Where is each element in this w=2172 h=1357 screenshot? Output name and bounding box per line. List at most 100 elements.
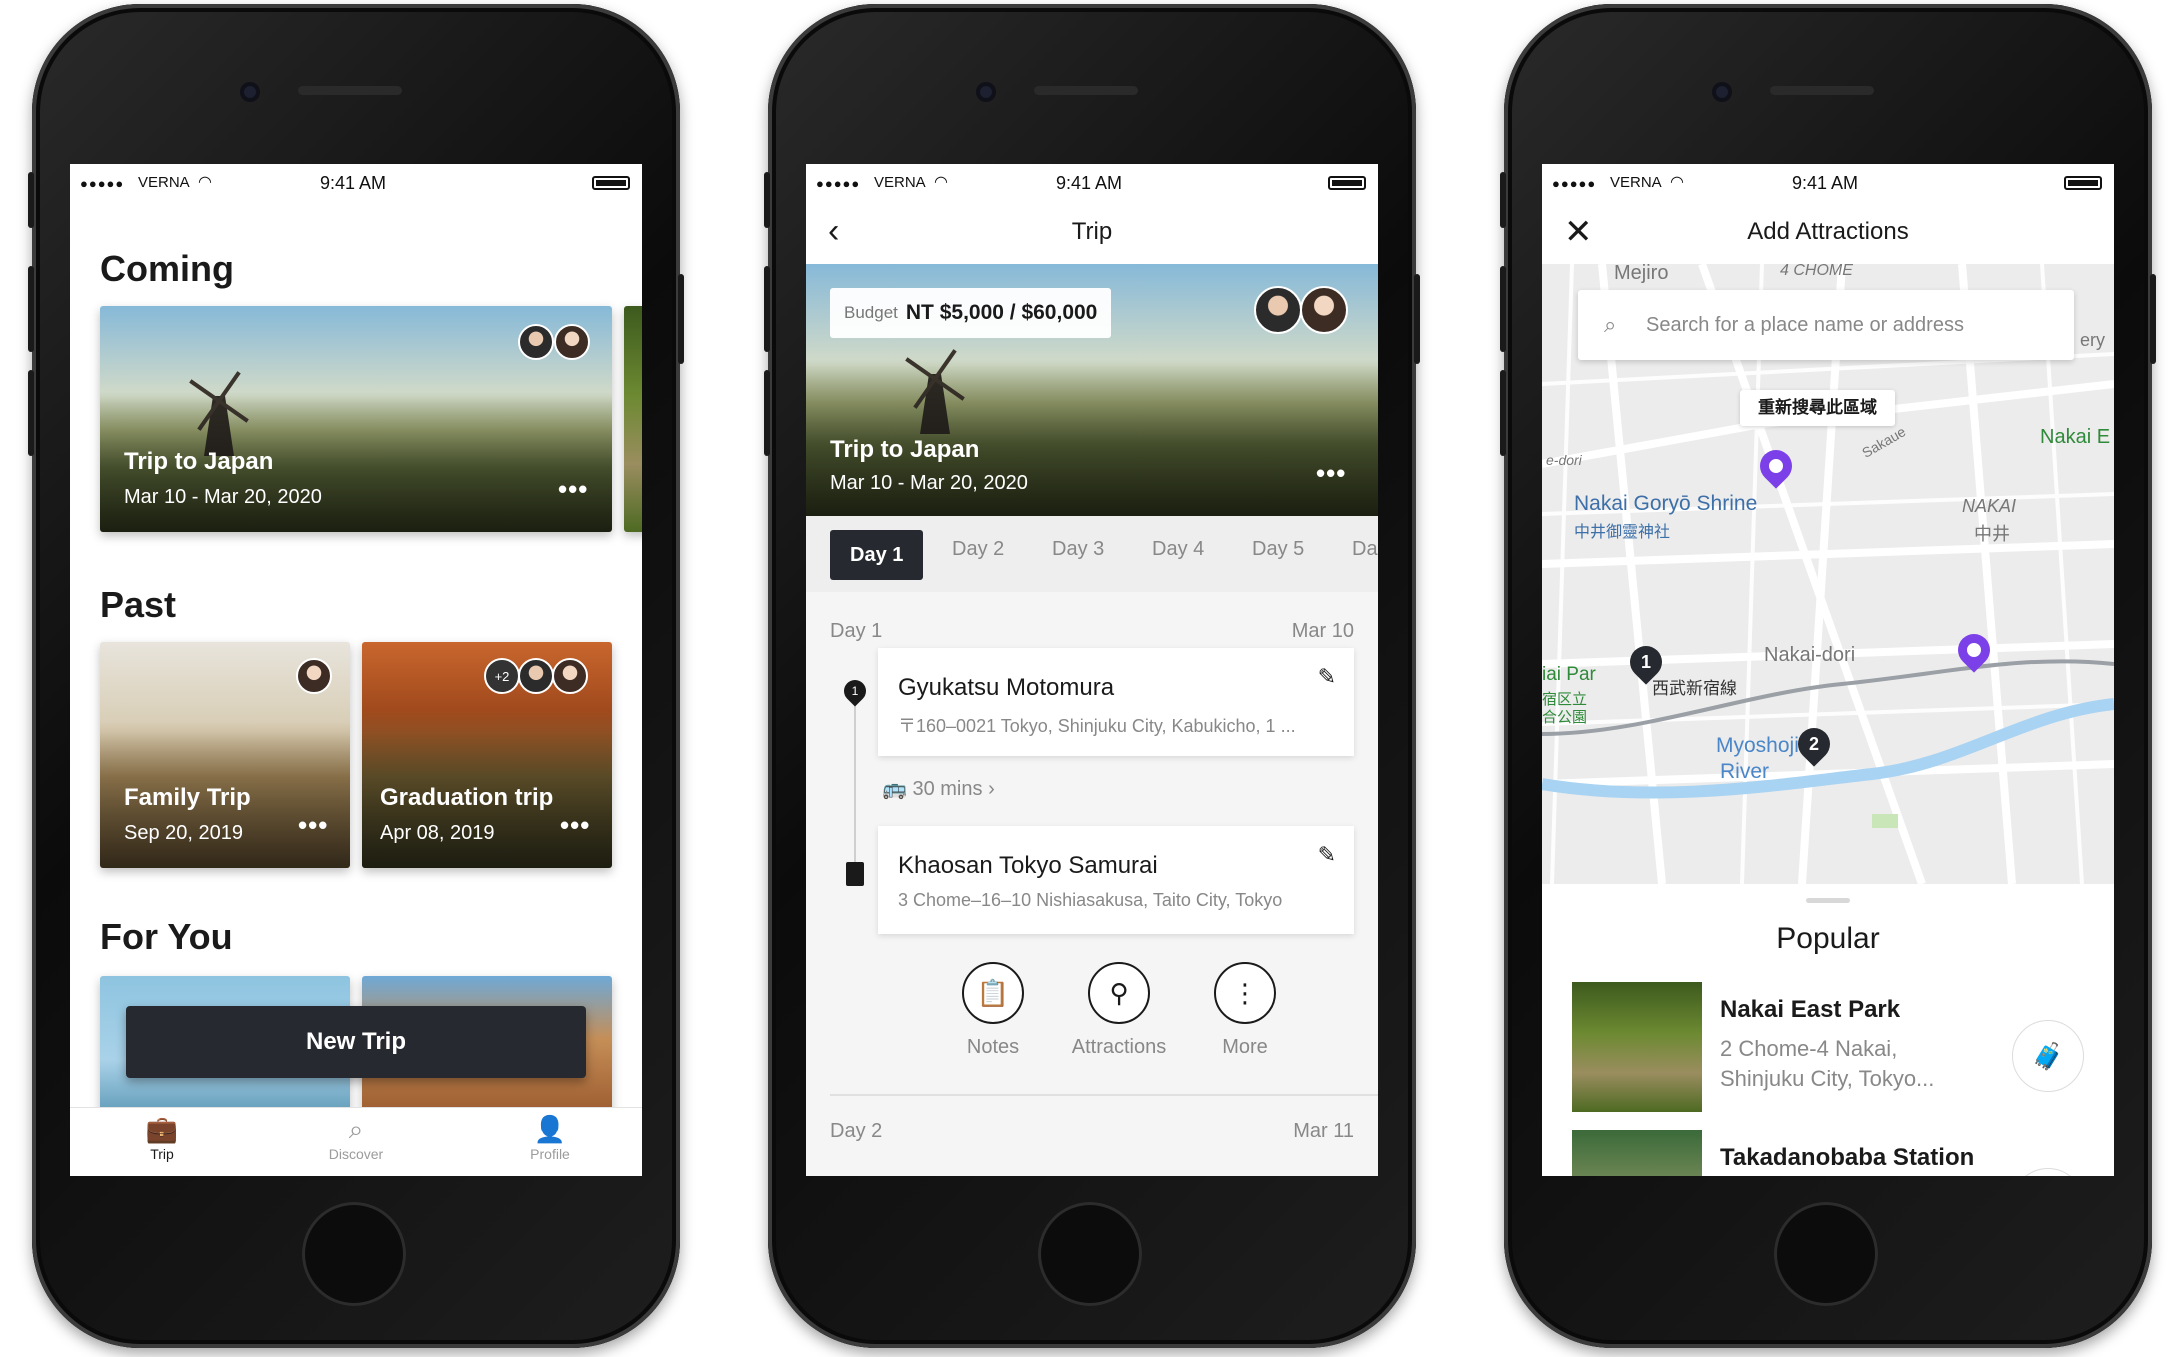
transit-time: 30 mins: [912, 778, 983, 800]
section-title-past: Past: [100, 584, 177, 625]
home-button[interactable]: [302, 1202, 406, 1306]
location-pin-icon: ⚲: [1088, 962, 1150, 1024]
edit-pencil-icon[interactable]: ✎: [1318, 664, 1336, 690]
tab-label: Discover: [328, 1146, 384, 1162]
section-title-for-you: For You: [100, 916, 233, 957]
transit-duration[interactable]: 🚌 30 mins ›: [882, 776, 995, 801]
itinerary-pin-1[interactable]: 1: [1623, 639, 1669, 685]
member-avatar: [554, 324, 590, 360]
attractions-action[interactable]: ⚲ Attractions: [1064, 962, 1174, 1059]
add-to-trip-button[interactable]: 🧳: [2012, 1020, 2084, 1092]
trip-more-button[interactable]: •••: [560, 810, 590, 841]
tab-day-5[interactable]: Day 5: [1252, 538, 1304, 561]
place-search[interactable]: ⌕ Search for a place name or address: [1578, 290, 2074, 360]
place-item[interactable]: Nakai East Park 2 Chome-4 Nakai, Shinjuk…: [1572, 982, 2092, 1112]
member-avatar: [518, 324, 554, 360]
trip-card-coming[interactable]: Trip to Japan Mar 10 - Mar 20, 2020 •••: [100, 306, 612, 532]
edit-pencil-icon[interactable]: ✎: [1318, 842, 1336, 868]
tab-trip[interactable]: 💼 Trip: [82, 1112, 242, 1162]
stop-address: 3 Chome–16–10 Nishiasakusa, Taito City, …: [898, 890, 1283, 910]
popular-heading: Popular: [1776, 922, 1880, 955]
more-vertical-icon: ⋮: [1214, 962, 1276, 1024]
person-icon: 👤: [533, 1114, 567, 1144]
home-button[interactable]: [1038, 1202, 1142, 1306]
place-item[interactable]: Takadanobaba Station 🧳: [1572, 1130, 2092, 1176]
power-button: [678, 274, 684, 364]
page-title: Add Attractions: [1747, 218, 1909, 245]
tab-day-6[interactable]: Da: [1352, 538, 1378, 561]
day-label: Day 1: [830, 620, 883, 642]
search-input[interactable]: Search for a place name or address: [1646, 314, 1964, 337]
new-trip-button[interactable]: New Trip: [126, 1006, 586, 1078]
home-button[interactable]: [1774, 1202, 1878, 1306]
trip-more-button[interactable]: •••: [298, 810, 328, 841]
itinerary-stop[interactable]: Khaosan Tokyo Samurai 3 Chome–16–10 Nish…: [878, 826, 1354, 934]
nav-bar: ✕ Add Attractions: [1542, 204, 2114, 264]
tab-day-4[interactable]: Day 4: [1152, 538, 1204, 561]
search-icon: ⌕: [348, 1114, 364, 1144]
trip-card-graduation[interactable]: +2 Graduation trip Apr 08, 2019 •••: [362, 642, 612, 868]
trip-detail-screen: ●●●●● VERNA ◠ 9:41 AM ‹ Trip Budget NT $…: [806, 164, 1378, 1176]
day-date: Mar 11: [1293, 1120, 1354, 1142]
member-avatar: [1254, 286, 1302, 334]
map-label: 中井御靈神社: [1574, 524, 1671, 541]
mute-switch: [1500, 172, 1506, 228]
tab-day-2[interactable]: Day 2: [952, 538, 1004, 561]
carrier-name: VERNA: [138, 174, 190, 191]
trip-title: Family Trip: [124, 784, 251, 811]
chevron-right-icon: ›: [988, 778, 995, 800]
map-label: 西武新宿線: [1652, 679, 1737, 698]
action-label: Notes: [966, 1036, 1020, 1058]
add-to-trip-button[interactable]: 🧳: [2012, 1168, 2084, 1176]
tab-profile[interactable]: 👤 Profile: [470, 1112, 630, 1162]
tab-bar: 💼 Trip ⌕ Discover 👤 Profile: [70, 1107, 642, 1176]
budget-value: NT $5,000 / $60,000: [905, 301, 1098, 324]
volume-up-button: [1500, 266, 1506, 352]
trip-hero: Budget NT $5,000 / $60,000 Trip to Japan…: [806, 264, 1378, 516]
sheet-handle[interactable]: [1806, 898, 1850, 903]
tab-day-3[interactable]: Day 3: [1052, 538, 1104, 561]
day-tabs: Day 1 Day 2 Day 3 Day 4 Day 5 Da: [806, 516, 1378, 592]
tab-day-1[interactable]: Day 1: [830, 530, 924, 580]
trip-more-button[interactable]: •••: [1316, 458, 1346, 489]
search-icon: ⌕: [1604, 312, 1617, 337]
trip-dates: Apr 08, 2019: [380, 822, 495, 844]
battery-icon: [592, 176, 630, 190]
clock: 9:41 AM: [320, 173, 387, 193]
member-avatar: [552, 658, 588, 694]
trip-card-next-peek[interactable]: [624, 306, 642, 532]
search-this-area-button[interactable]: 重新搜尋此區域: [1740, 390, 1895, 426]
trips-screen: ●●●●● VERNA ◠ 9:41 AM Coming Trip to Jap…: [70, 164, 642, 1176]
map-label: 中井: [1974, 524, 2010, 544]
more-action[interactable]: ⋮ More: [1190, 962, 1300, 1059]
timeline-line: [854, 692, 856, 862]
pin-number: 1: [1640, 652, 1651, 672]
stop-address: 〒160–0021 Tokyo, Shinjuku City, Kabukich…: [898, 716, 1296, 736]
map-label: Mejiro: [1614, 264, 1669, 284]
section-title-coming: Coming: [100, 248, 234, 289]
status-bar: ●●●●● VERNA ◠ 9:41 AM: [70, 164, 642, 204]
map-label: NAKAI: [1962, 496, 2017, 516]
map-view[interactable]: ⌕ Search for a place name or address Mej…: [1542, 264, 2114, 884]
trip-more-button[interactable]: •••: [558, 474, 588, 505]
itinerary-stop[interactable]: Gyukatsu Motomura 〒160–0021 Tokyo, Shinj…: [878, 648, 1354, 756]
front-camera: [1712, 82, 1732, 102]
day-label: Day 2: [830, 1120, 883, 1142]
notes-action[interactable]: 📋 Notes: [938, 962, 1048, 1059]
clock: 9:41 AM: [1056, 173, 1123, 193]
trip-title: Graduation trip: [380, 784, 554, 811]
mute-switch: [764, 172, 770, 228]
earpiece: [1034, 86, 1138, 95]
map-label: Myoshoji: [1716, 734, 1799, 757]
itinerary-pin-2[interactable]: 2: [1791, 721, 1837, 767]
location-pin-icon: 1: [839, 675, 871, 707]
trip-dates: Mar 10 - Mar 20, 2020: [124, 486, 322, 508]
budget-badge[interactable]: Budget NT $5,000 / $60,000: [830, 288, 1112, 338]
place-thumbnail: [1572, 1130, 1702, 1176]
tab-discover[interactable]: ⌕ Discover: [276, 1112, 436, 1162]
day-date: Mar 10: [1291, 620, 1354, 642]
carrier-name: VERNA: [874, 174, 926, 191]
notes-icon: 📋: [962, 962, 1024, 1024]
tab-label: Profile: [530, 1146, 570, 1162]
trip-card-family[interactable]: Family Trip Sep 20, 2019 •••: [100, 642, 350, 868]
